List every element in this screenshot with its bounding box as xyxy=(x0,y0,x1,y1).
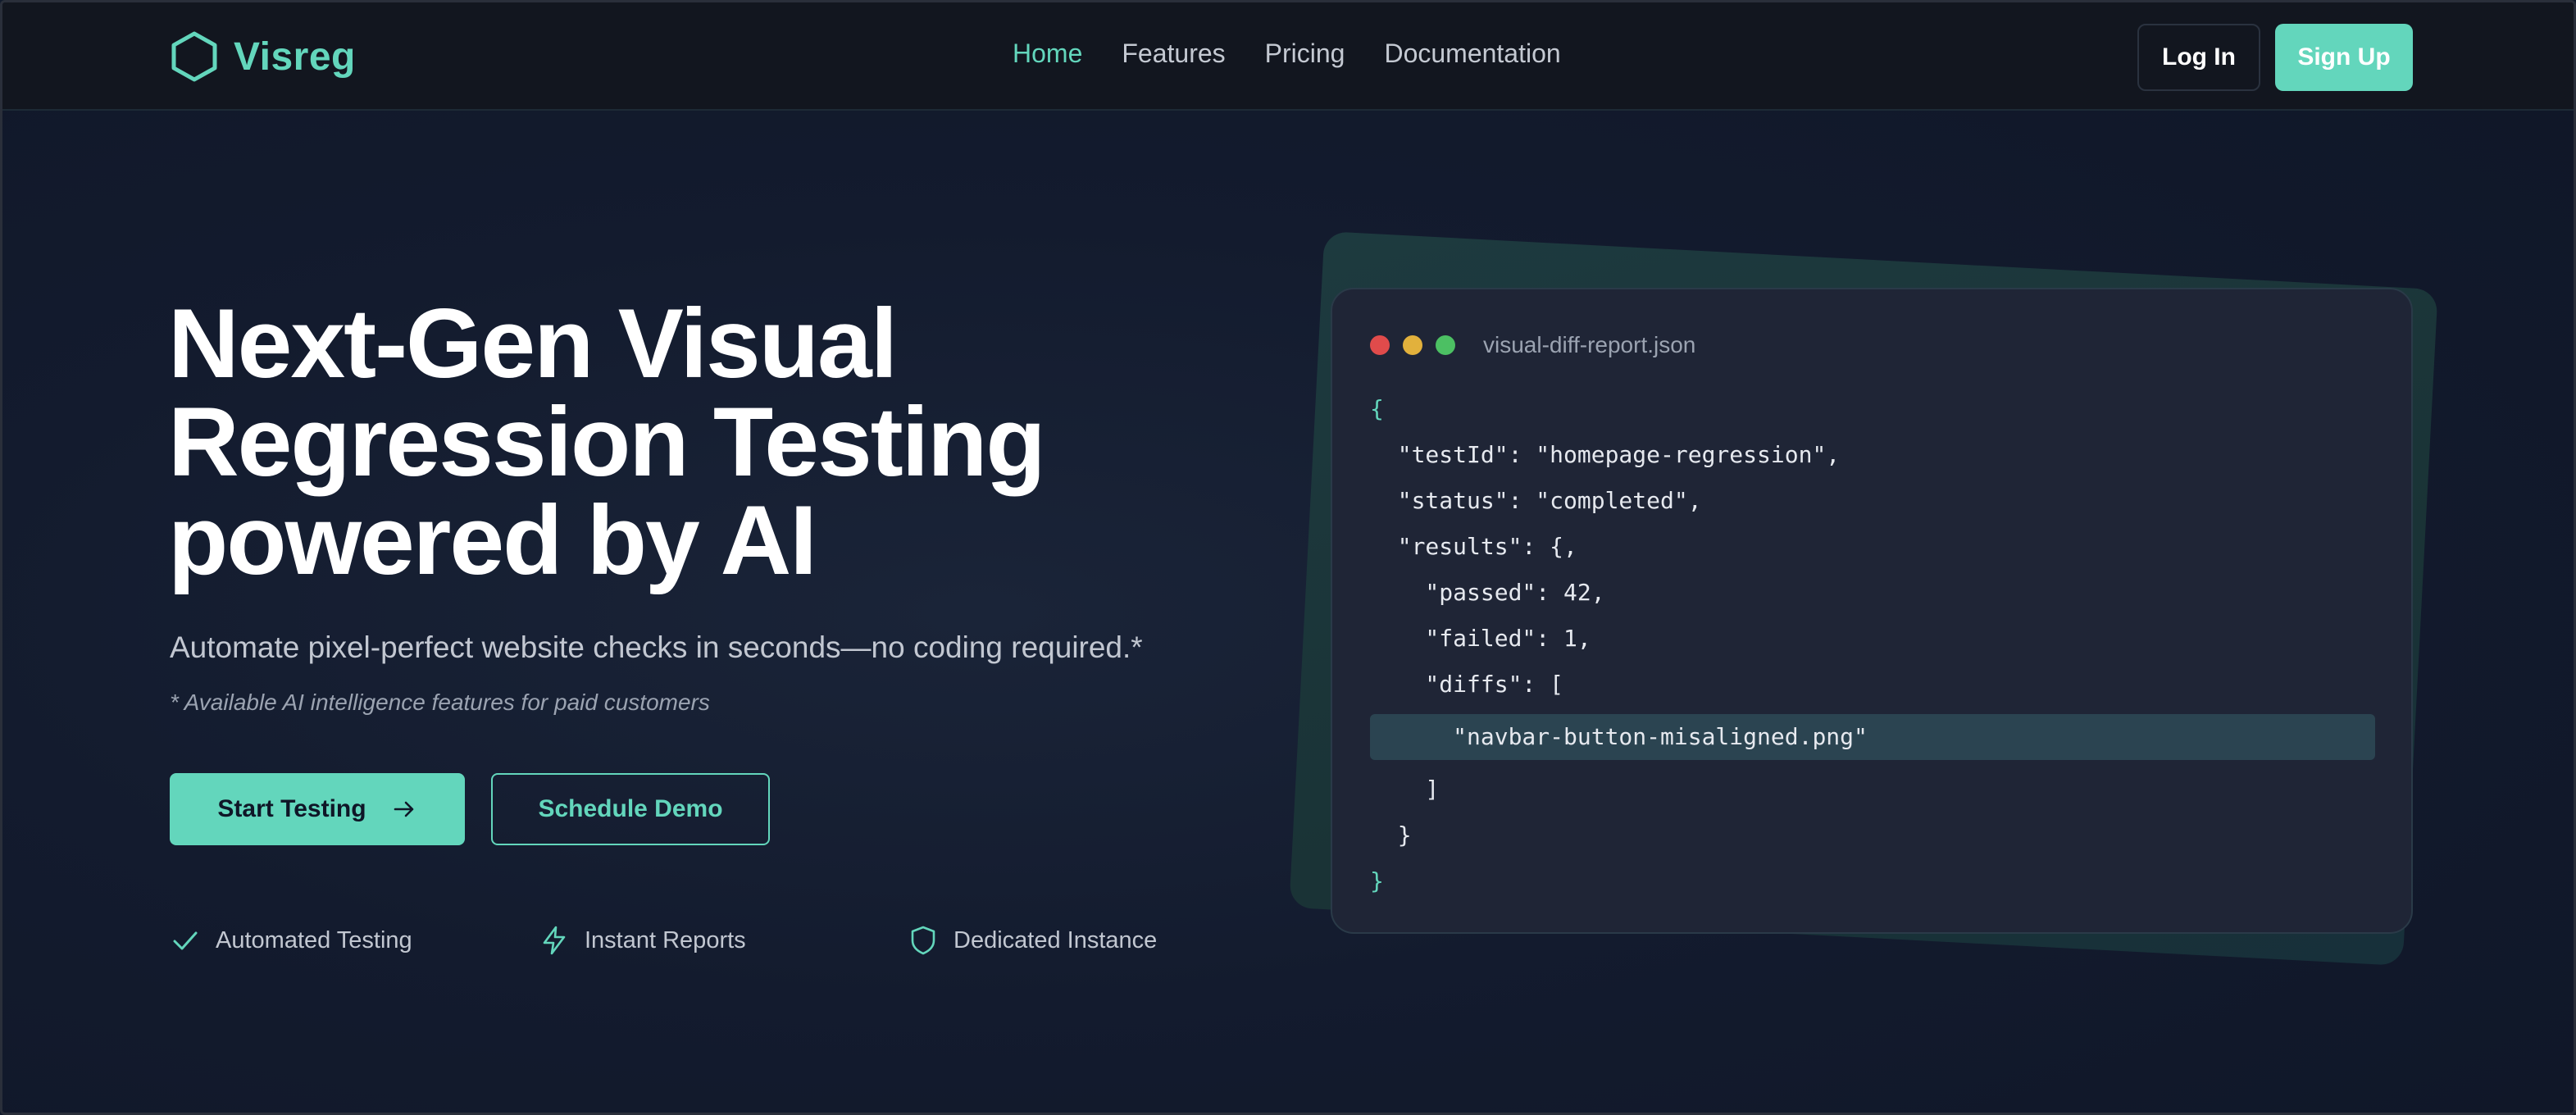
feature-label: Dedicated Instance xyxy=(953,926,1158,953)
start-testing-button[interactable]: Start Testing xyxy=(170,773,465,845)
signup-button[interactable]: Sign Up xyxy=(2275,24,2413,91)
minimize-dot-icon xyxy=(1403,335,1422,355)
feature-instant-reports: Instant Reports xyxy=(539,922,746,958)
code-line: "passed": 42, xyxy=(1370,579,1605,606)
code-line: "failed": 1, xyxy=(1370,625,1591,652)
hexagon-icon xyxy=(171,31,217,82)
feature-automated-testing: Automated Testing xyxy=(170,922,412,958)
landing-page: Visreg Home Features Pricing Documentati… xyxy=(0,0,2576,1115)
code-line: "testId": "homepage-regression", xyxy=(1370,441,1841,468)
code-line: "diffs": [ xyxy=(1370,671,1564,698)
code-filename: visual-diff-report.json xyxy=(1483,332,1696,357)
code-line-highlighted: "navbar-button-misaligned.png" xyxy=(1370,714,2375,760)
arrow-right-icon xyxy=(394,801,413,817)
code-line: { xyxy=(1370,395,1384,422)
code-window: visual-diff-report.json { "testId": "hom… xyxy=(1331,288,2413,934)
check-icon xyxy=(173,931,198,950)
feature-label: Automated Testing xyxy=(216,926,412,953)
login-button[interactable]: Log In xyxy=(2137,24,2260,91)
hero-title-line: Regression Testing xyxy=(168,387,1046,497)
close-dot-icon xyxy=(1370,335,1390,355)
brand-name: Visreg xyxy=(234,34,356,79)
hero-title-line: Next-Gen Visual xyxy=(168,289,898,398)
code-line: "status": "completed", xyxy=(1370,487,1702,514)
nav-link-features[interactable]: Features xyxy=(1122,39,1225,69)
nav-link-documentation[interactable]: Documentation xyxy=(1384,39,1560,69)
hero-title-line: powered by AI xyxy=(168,485,817,595)
code-line: ] xyxy=(1370,776,1440,803)
hero-subtitle: Automate pixel-perfect website checks in… xyxy=(170,630,1143,664)
hero-title: Next-Gen Visual Regression Testing power… xyxy=(168,294,1234,589)
feature-dedicated-instance: Dedicated Instance xyxy=(908,922,1157,958)
nav-links: Home Features Pricing Documentation xyxy=(1013,39,1561,69)
top-navbar: Visreg Home Features Pricing Documentati… xyxy=(2,2,2574,111)
window-controls xyxy=(1370,335,1455,355)
code-line: "results": {, xyxy=(1370,533,1577,560)
hero-footnote: * Available AI intelligence features for… xyxy=(170,689,710,715)
code-line: } xyxy=(1370,821,1412,849)
shield-icon xyxy=(911,926,935,955)
lightning-icon xyxy=(543,926,566,955)
brand-logo[interactable]: Visreg xyxy=(170,30,356,83)
code-block: { "testId": "homepage-regression", "stat… xyxy=(1370,386,2375,904)
schedule-demo-button[interactable]: Schedule Demo xyxy=(491,773,770,845)
nav-link-pricing[interactable]: Pricing xyxy=(1265,39,1345,69)
nav-link-home[interactable]: Home xyxy=(1013,39,1082,69)
maximize-dot-icon xyxy=(1436,335,1455,355)
feature-label: Instant Reports xyxy=(585,926,746,953)
start-testing-label: Start Testing xyxy=(217,795,366,822)
code-line: } xyxy=(1370,867,1384,894)
